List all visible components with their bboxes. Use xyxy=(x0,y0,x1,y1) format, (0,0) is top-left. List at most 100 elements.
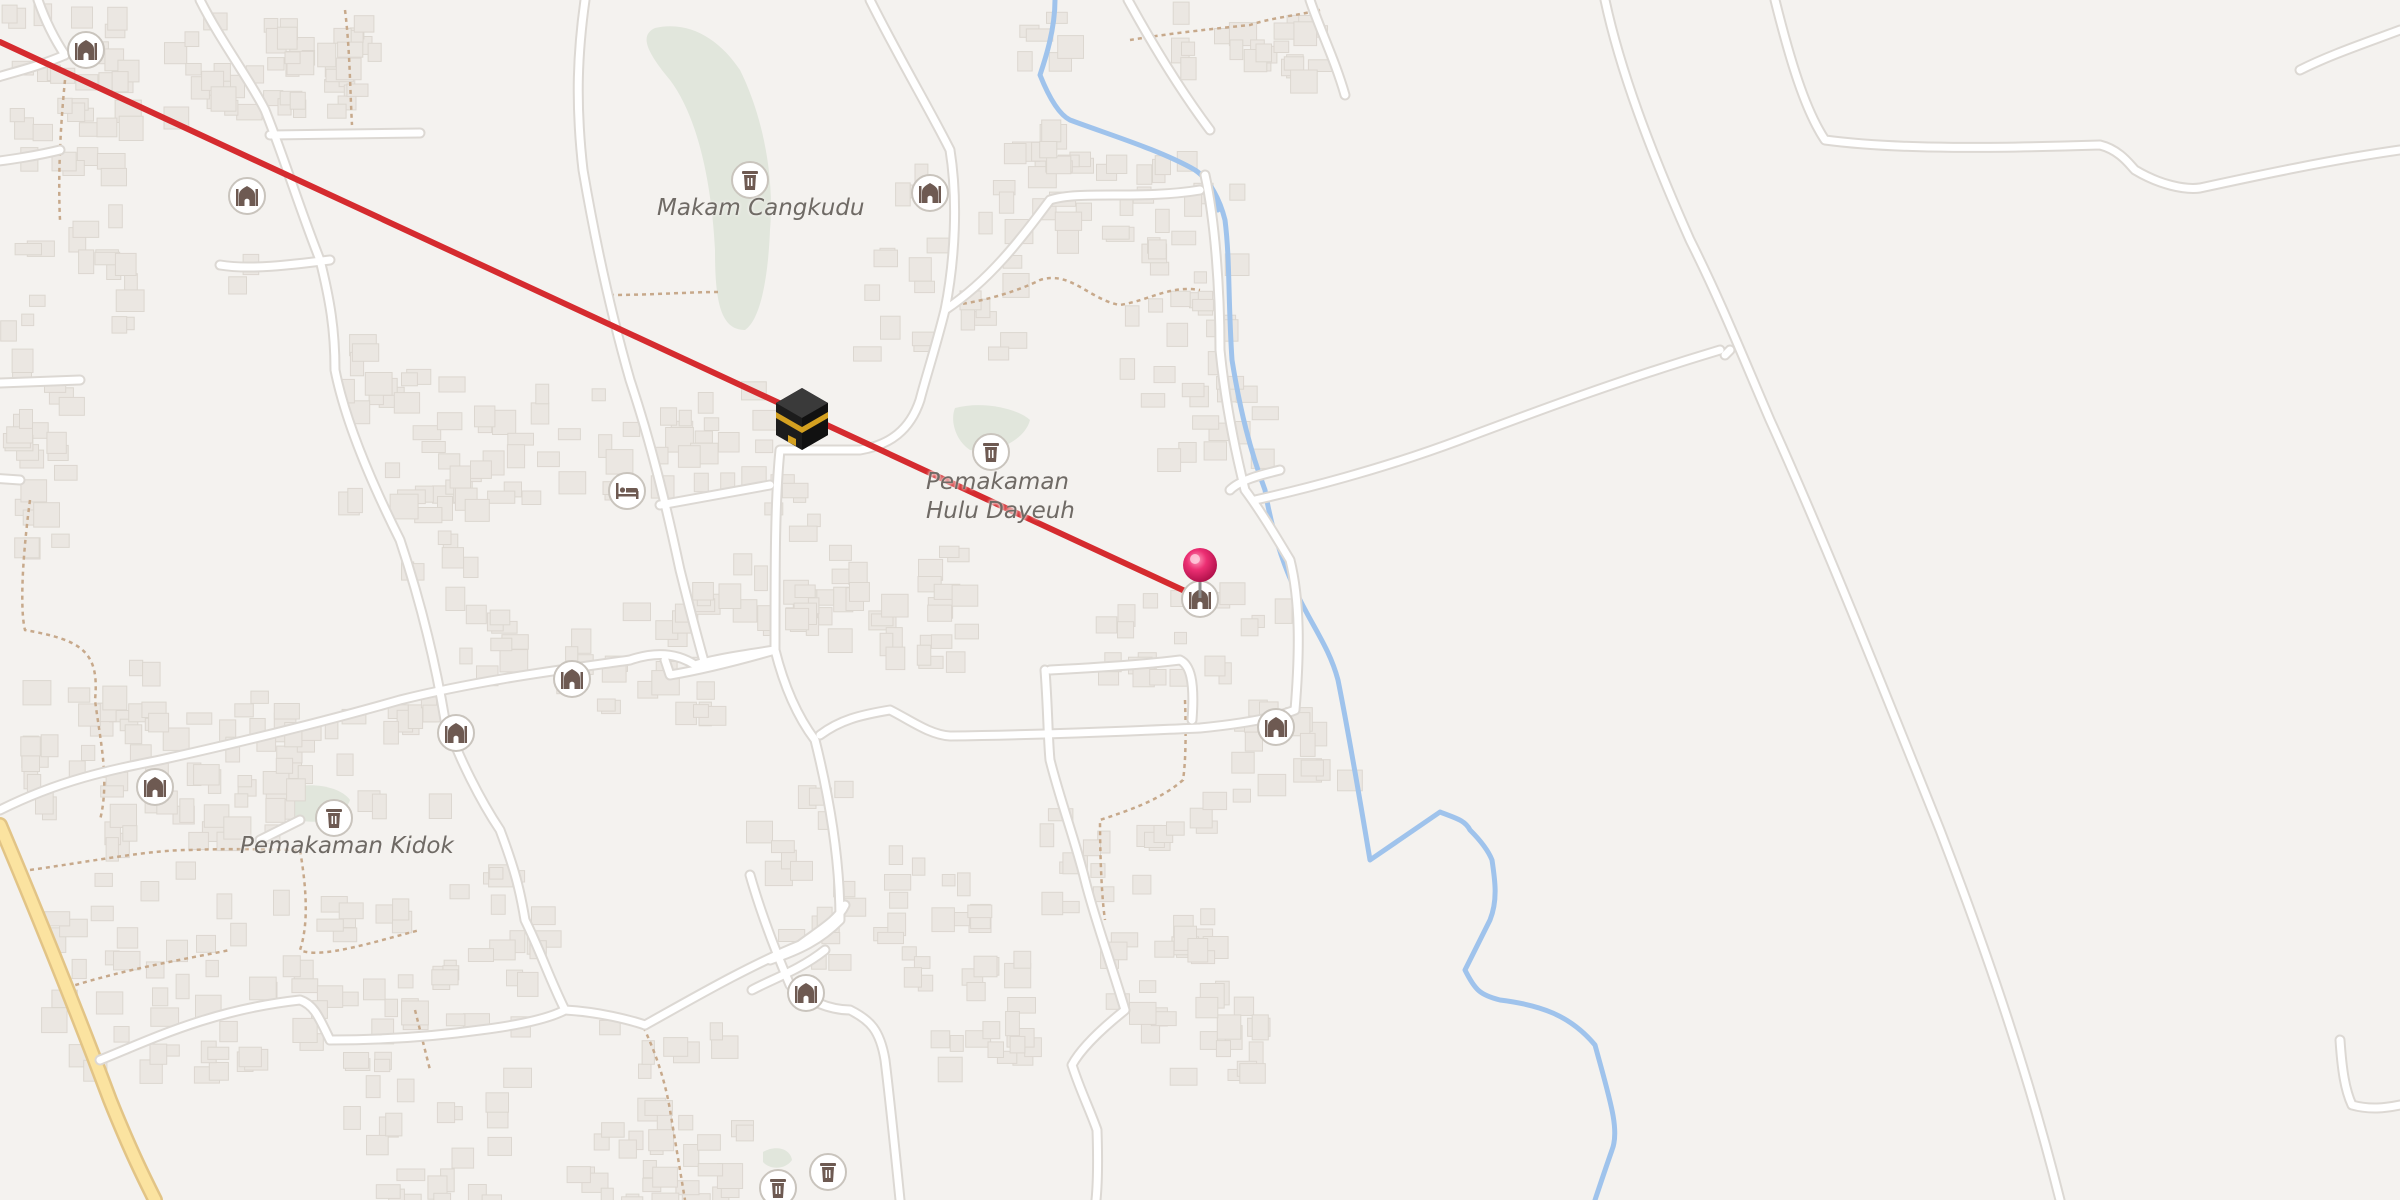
building xyxy=(693,472,709,493)
building xyxy=(129,659,144,677)
cemetery-icon[interactable] xyxy=(809,1153,847,1191)
mosque-icon[interactable] xyxy=(228,177,266,215)
building xyxy=(407,704,424,730)
building xyxy=(678,409,692,427)
building xyxy=(31,422,49,439)
building xyxy=(32,123,53,142)
building xyxy=(371,793,387,820)
building xyxy=(507,432,534,446)
hotel-icon[interactable] xyxy=(608,472,646,510)
building xyxy=(1231,751,1255,774)
mosque-icon[interactable] xyxy=(1257,708,1295,746)
mosque-icon[interactable] xyxy=(553,660,591,698)
building xyxy=(601,1122,625,1138)
building xyxy=(234,793,249,808)
building xyxy=(113,950,141,971)
cemetery-icon[interactable] xyxy=(731,161,769,199)
building xyxy=(490,637,513,652)
building xyxy=(485,1092,509,1113)
building xyxy=(697,1163,724,1177)
building xyxy=(414,507,443,524)
building xyxy=(94,872,113,887)
building xyxy=(57,97,73,114)
building xyxy=(19,409,33,429)
building xyxy=(445,1013,466,1027)
building xyxy=(1046,11,1068,24)
building xyxy=(889,891,909,909)
building xyxy=(267,57,285,71)
building xyxy=(122,825,138,842)
building xyxy=(1117,621,1135,639)
building xyxy=(930,1030,951,1049)
building xyxy=(697,1134,721,1151)
building xyxy=(600,1187,614,1200)
building xyxy=(286,778,306,802)
building xyxy=(973,955,998,978)
building xyxy=(1200,908,1216,926)
building xyxy=(1119,358,1136,380)
building xyxy=(951,584,979,607)
building xyxy=(46,431,67,454)
cemetery-icon[interactable] xyxy=(759,1169,797,1200)
building xyxy=(849,582,870,602)
building xyxy=(142,661,161,687)
building xyxy=(114,252,137,276)
building xyxy=(675,1180,700,1196)
cemetery-icon[interactable] xyxy=(315,799,353,837)
building xyxy=(205,959,219,978)
building xyxy=(276,26,298,50)
building xyxy=(880,315,901,340)
mosque-icon[interactable] xyxy=(911,174,949,212)
building xyxy=(931,907,955,933)
building xyxy=(1129,1001,1157,1025)
place-label-pemakaman-kidok: Pemakaman Kidok xyxy=(240,833,454,859)
building xyxy=(289,91,306,110)
mosque-icon[interactable] xyxy=(787,974,825,1012)
building xyxy=(365,1075,381,1099)
mosque-icon[interactable] xyxy=(136,768,174,806)
building xyxy=(1157,448,1182,473)
building xyxy=(208,1062,229,1081)
building xyxy=(384,998,398,1018)
building xyxy=(111,316,128,334)
building xyxy=(337,41,364,58)
map-view[interactable]: Makam Cangkudu Pemakaman Hulu Dayeuh Pem… xyxy=(0,0,2400,1200)
building xyxy=(436,412,463,431)
building xyxy=(930,634,953,649)
building xyxy=(40,734,59,758)
building xyxy=(1,4,18,24)
building xyxy=(718,583,742,610)
building xyxy=(196,934,216,953)
building xyxy=(96,117,118,138)
building xyxy=(967,904,993,919)
cemetery-icon[interactable] xyxy=(972,433,1010,471)
building xyxy=(275,757,294,774)
building xyxy=(102,685,128,711)
building xyxy=(436,1102,456,1124)
building xyxy=(945,651,966,673)
map-canvas[interactable] xyxy=(0,0,2400,1200)
building xyxy=(1193,271,1208,284)
building xyxy=(1204,655,1226,677)
building xyxy=(1039,823,1055,848)
building xyxy=(788,525,818,542)
mosque-icon[interactable] xyxy=(437,714,475,752)
building xyxy=(1142,593,1159,609)
building xyxy=(692,582,714,601)
building xyxy=(1299,732,1316,757)
building xyxy=(1124,305,1140,327)
building xyxy=(441,547,465,569)
building xyxy=(265,797,286,823)
building xyxy=(71,6,93,29)
building xyxy=(530,402,550,425)
building xyxy=(9,108,25,123)
building xyxy=(1009,1035,1026,1054)
building xyxy=(957,872,971,897)
building xyxy=(164,42,188,65)
building xyxy=(1192,415,1220,430)
mosque-icon[interactable] xyxy=(67,31,105,69)
building xyxy=(877,931,905,945)
building xyxy=(389,493,419,520)
building xyxy=(1290,69,1318,94)
building xyxy=(467,948,494,962)
